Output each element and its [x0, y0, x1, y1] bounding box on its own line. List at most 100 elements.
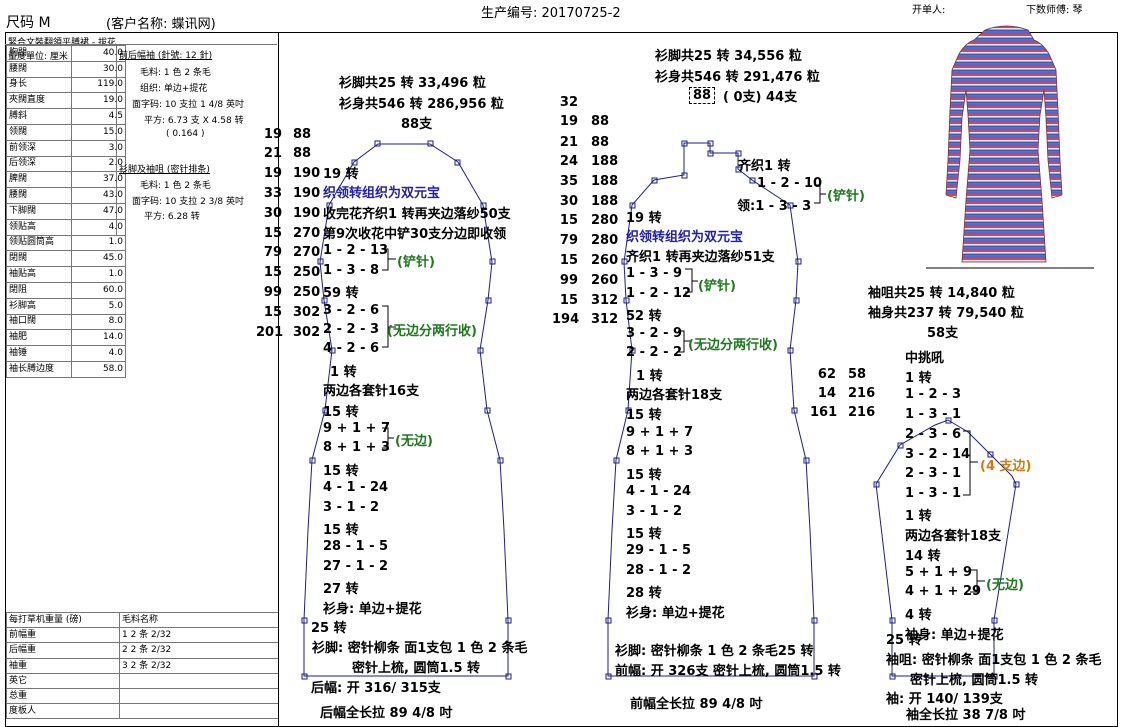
spec-label: 前领深	[6, 139, 72, 157]
sleeve-inc-1: 5 + 1 + 9	[905, 565, 973, 580]
needle-count: 190	[293, 186, 321, 201]
back-red-4: 27 - 1 - 2	[323, 559, 389, 574]
spec-row: 閉闊 45.0	[6, 250, 126, 268]
back-shovel-note: (铲针)	[397, 255, 435, 270]
spec-value: 1.0	[71, 234, 126, 252]
spec-row: 袖锤 4.0	[6, 345, 126, 362]
row-count: 30	[263, 206, 282, 221]
sleeve-cap-4: 3 - 2 - 14	[905, 447, 971, 462]
back-rows-15b: 15 转	[323, 464, 359, 479]
spec-value: 14.0	[71, 329, 126, 347]
back-rows-59: 59 转	[323, 286, 359, 301]
spec-label: 袖锤	[6, 345, 72, 362]
rib-info-yarn: 毛料: 1 色 2 条毛	[140, 181, 211, 191]
spec-value: 43.0	[71, 187, 126, 204]
back-red-2: 3 - 1 - 2	[323, 500, 380, 515]
size-label: 尺码 M	[6, 15, 51, 31]
spec-label: 閉闊	[6, 250, 72, 268]
front-neck-structure: 织领转组织为双元宝	[626, 230, 744, 245]
row-count: 19	[263, 166, 282, 181]
yarn-label: 度板人	[6, 703, 120, 720]
spec-value: 15.0	[71, 123, 126, 141]
back-cover-needles: 两边各套针16支	[323, 384, 420, 399]
front-qizhi: 齐织1 转	[738, 159, 791, 174]
front-nosplit-note: (无边分两行收)	[688, 338, 778, 353]
row-count: 14	[817, 386, 836, 401]
row-count: 21	[263, 146, 282, 161]
sleeve-needles: 58支	[927, 326, 959, 341]
yarn-header-name: 毛料名称	[119, 611, 279, 629]
spec-table: 胸闊 40.0 腰闊 30.0 身长 119.0 夾闊直度 19.0 膊斜 4.5 领闊 15.0 前领…	[6, 45, 126, 378]
row-count: 161	[810, 405, 838, 420]
front-neck-line2: 齐织1 转再夹边落纱51支	[626, 250, 775, 265]
spec-value: 3.0	[71, 139, 126, 157]
spec-row: 下脚闊 47.0	[6, 202, 126, 220]
back-needles: 88支	[401, 117, 433, 132]
back-neck-rows: 19 转	[323, 167, 359, 182]
front-cover-needles: 两边各套针18支	[626, 388, 723, 403]
spec-label: 袖长膊边度	[6, 360, 72, 378]
front-arm-step2: 2 - 2 - 2	[626, 345, 683, 360]
back-red-3: 28 - 1 - 5	[323, 539, 389, 554]
spec-value: 30.0	[71, 60, 126, 78]
front-cast-on: 前幅: 开 326支 密针上梳, 圆筒1.5 转	[615, 664, 841, 679]
spec-label: 腰闊	[6, 187, 72, 204]
spec-label: 腰闊	[6, 60, 72, 78]
body-info-density: 平方: 6.73 支 X 4.58 转	[144, 116, 244, 126]
sleeve-edge-note: (4 支边)	[980, 459, 1032, 474]
back-rows-15a: 15 转	[323, 405, 359, 420]
needle-count: 280	[591, 213, 619, 228]
row-count: 15	[263, 265, 282, 280]
back-rows-25: 25 转	[311, 621, 347, 636]
body-info-yarn: 毛料: 1 色 2 条毛	[140, 68, 211, 78]
yarn-value: 2 2 条 2/32	[119, 642, 279, 659]
row-count: 15	[263, 226, 282, 241]
yarn-header-weight: 每打草机重量 (磅)	[6, 611, 120, 629]
body-info-title: 前后幅袖 (針號: 12 針)	[119, 51, 213, 61]
spec-row: 衫脚高 5.0	[6, 297, 126, 315]
sleeve-cap-2: 1 - 3 - 1	[905, 407, 962, 422]
spec-label: 夾闊直度	[6, 92, 72, 110]
front-hem-desc: 衫脚: 密针柳条 1 色 2 条毛25 转	[615, 644, 814, 659]
needle-count: 250	[293, 265, 321, 280]
spec-value: 45.0	[71, 250, 126, 268]
back-noedge-note: (无边)	[395, 434, 433, 449]
row-count: 62	[817, 367, 836, 382]
yarn-value: 1 2 条 2/32	[119, 627, 279, 644]
front-red-3: 29 - 1 - 5	[626, 543, 692, 558]
front-rows-28: 28 转	[626, 586, 662, 601]
customer-name: (客户名称: 蝶讯网)	[106, 17, 216, 32]
needle-count: 302	[293, 325, 321, 340]
needle-count: 188	[591, 194, 619, 209]
front-red-4: 28 - 1 - 2	[626, 563, 692, 578]
needle-count: 188	[591, 174, 619, 189]
front-rows-15a: 15 转	[626, 408, 662, 423]
spec-row: 膊斜 4.5	[6, 108, 126, 125]
spec-row: 领贴圆筒高 1.0	[6, 234, 126, 252]
sleeve-rows-1b: 1 转	[905, 509, 932, 524]
front-red-2: 3 - 1 - 2	[626, 504, 683, 519]
spec-label: 领贴高	[6, 218, 72, 236]
needle-count: 270	[293, 245, 321, 260]
yarn-label: 前幅重	[6, 627, 120, 644]
rib-info-gauge: 面字码: 10 支拉 2 3/8 英吋	[132, 197, 244, 207]
back-neck-line2: 收完花齐织1 转再夹边落纱50支	[323, 207, 511, 222]
spec-row: 后领深 2.0	[6, 155, 126, 173]
spec-label: 胸闊	[6, 45, 72, 62]
spec-label: 袖肥	[6, 329, 72, 347]
yarn-value	[119, 703, 279, 720]
spec-label: 身长	[6, 76, 72, 94]
row-count: 79	[559, 233, 578, 248]
sleeve-body-total: 袖身共237 转 79,540 粒	[868, 306, 1024, 321]
row-count: 15	[559, 293, 578, 308]
body-info-structure: 组织: 单边+提花	[140, 84, 208, 94]
spec-value: 4.0	[71, 345, 126, 362]
spec-label: 衫脚高	[6, 297, 72, 315]
yarn-value	[119, 672, 279, 689]
spec-label: 閉阻	[6, 281, 72, 299]
sleeve-cuff-desc2: 密针上梳, 圆筒1.5 转	[910, 673, 1039, 688]
row-count: 19	[559, 114, 578, 129]
yarn-row: 英它	[6, 672, 279, 689]
front-neck-step1: 1 - 2 - 10	[757, 176, 823, 191]
needle-count: 190	[293, 166, 321, 181]
